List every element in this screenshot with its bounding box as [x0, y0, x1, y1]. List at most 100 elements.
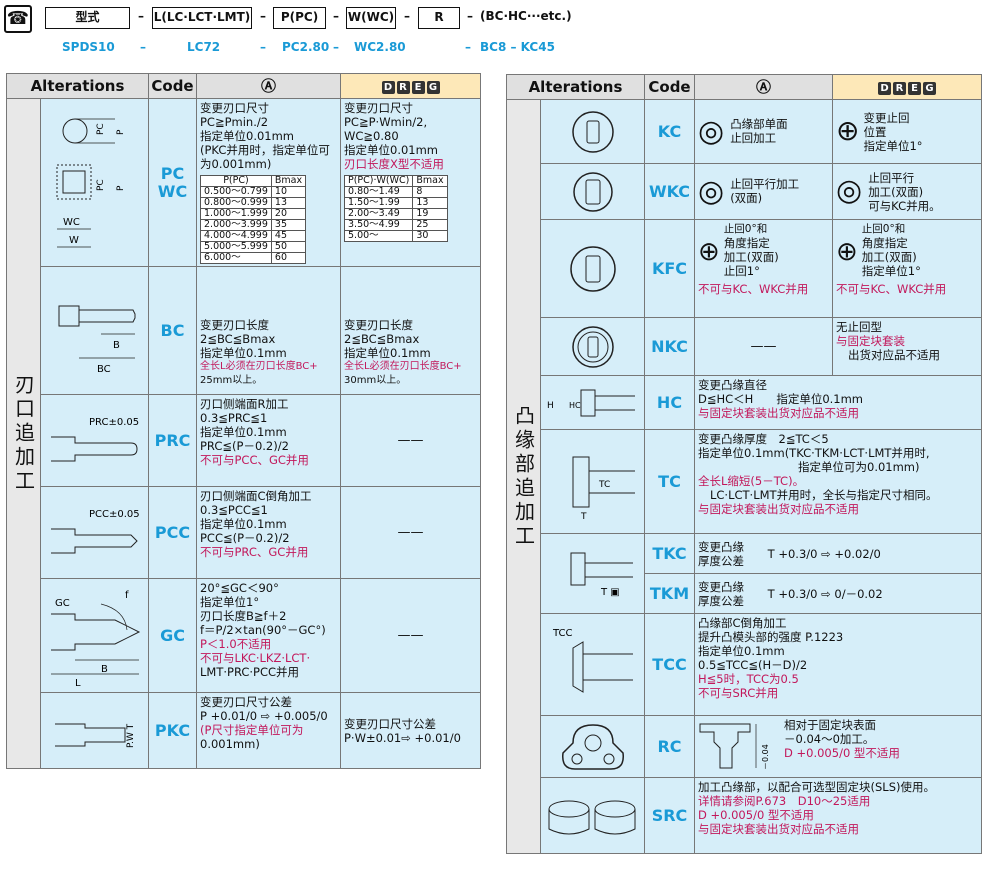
- code-gc: GC: [148, 578, 197, 693]
- nkc-dreg: 无止回型 与固定块套装 出货对应品不适用: [832, 317, 982, 376]
- svg-text:PRC±0.05: PRC±0.05: [89, 417, 139, 428]
- src-a: 加工凸缘部，以配合可选型固定块(SLS)使用。 详情请参阅P.673 D10～2…: [694, 777, 982, 854]
- w-box: W(WC): [346, 7, 396, 29]
- kc-dreg: ⊕ 变更止回 位置 指定单位1°: [832, 99, 982, 164]
- category-label: 刃口追加工: [6, 98, 41, 769]
- code-tcc: TCC: [644, 613, 695, 716]
- tc-diagram: TC T: [540, 429, 645, 534]
- svg-text:HC: HC: [569, 401, 581, 410]
- svg-text:PCC±0.05: PCC±0.05: [89, 509, 140, 520]
- left-alterations-table: Alterations Code Ⓐ DREG 刃口追加工 PC P PC P …: [6, 73, 481, 769]
- svg-text:PC: PC: [96, 123, 106, 135]
- gc-diagram: GC f B L: [40, 578, 149, 693]
- value-p: PC2.80: [282, 40, 330, 54]
- right-alterations-table: Alterations Code Ⓐ DREG 凸缘部追加工 KC ◎ 凸缘部单…: [506, 74, 982, 854]
- b-label: B: [113, 340, 120, 351]
- kc-a: ◎ 凸缘部单面 止回加工: [694, 99, 833, 164]
- svg-text:B: B: [101, 664, 108, 675]
- part-number-header: ☎ 型式 – L(LC·LCT·LMT) – P(PC) – W(WC) – R…: [0, 0, 985, 60]
- bc-a: 变更刃口长度 2≦BC≦Bmax 指定单位0.1mm 全长L必须在刃口长度BC+…: [196, 266, 341, 395]
- prc-a: 刃口侧端面R加工 0.3≦PRC≦1 指定单位0.1mm PRC≦(P－0.2)…: [196, 394, 341, 487]
- nkc-diagram: [540, 317, 645, 376]
- code-pkc: PKC: [148, 692, 197, 769]
- col-dreg: DREG: [832, 74, 982, 100]
- p-box: P(PC): [273, 7, 326, 29]
- pkc-diagram: P.W T: [40, 692, 149, 769]
- pcc-diagram: PCC±0.05: [40, 486, 149, 579]
- length-box: L(LC·LCT·LMT): [152, 7, 252, 29]
- code-src: SRC: [644, 777, 695, 854]
- code-pcc: PCC: [148, 486, 197, 579]
- svg-text:P: P: [116, 185, 126, 191]
- svg-text:f: f: [125, 590, 129, 601]
- col-code: Code: [148, 73, 197, 99]
- hc-diagram: H HC: [540, 375, 645, 430]
- rc-a: －0.04 相对于固定块表面 －0.04～0加工。 D +0.005/0 型不适…: [694, 715, 982, 778]
- code-tc: TC: [644, 429, 695, 534]
- col-a: Ⓐ: [196, 73, 341, 99]
- svg-text:P.W T: P.W T: [126, 723, 136, 748]
- pcc-dreg: ——: [340, 486, 481, 579]
- col-alterations: Alterations: [6, 73, 149, 99]
- pc-wc-dreg: 变更刃口尺寸 PC≧P·Wmin/2, WC≧0.80 指定单位0.01mm 刃…: [340, 98, 481, 267]
- hc-a: 变更凸缘直径 D≦HC＜H 指定单位0.1mm 与固定块套装出货对应品不适用: [694, 375, 982, 430]
- r-box: R: [418, 7, 460, 29]
- col-code: Code: [644, 74, 695, 100]
- gc-dreg: ——: [340, 578, 481, 693]
- tc-a: 变更凸缘厚度 2≦TC＜5 指定单位0.1mm(TKC·TKM·LCT·LMT并…: [694, 429, 982, 534]
- code-tkm: TKM: [644, 573, 695, 614]
- svg-text:TCC: TCC: [552, 628, 573, 639]
- code-nkc: NKC: [644, 317, 695, 376]
- code-wkc: WKC: [644, 163, 695, 220]
- tcc-diagram: TCC: [540, 613, 645, 716]
- bc-dreg: 变更刃口长度 2≦BC≦Bmax 指定单位0.1mm 全长L必须在刃口长度BC+…: [340, 266, 481, 395]
- dash: –: [467, 9, 473, 23]
- pkc-dreg: 变更刃口尺寸公差 P·W±0.01⇨ +0.01/0: [340, 692, 481, 769]
- tcc-a: 凸缘部C倒角加工 提升凸模头部的强度 P.1223 指定单位0.1mm 0.5≦…: [694, 613, 982, 716]
- code-tkc: TKC: [644, 533, 695, 574]
- dash: –: [333, 9, 339, 23]
- wkc-diagram: [540, 163, 645, 220]
- svg-text:L: L: [75, 678, 81, 688]
- col-alterations: Alterations: [506, 74, 645, 100]
- svg-text:T: T: [580, 512, 587, 522]
- code-prc: PRC: [148, 394, 197, 487]
- svg-text:BC: BC: [97, 364, 111, 375]
- category-label: 凸缘部追加工: [506, 99, 541, 854]
- dash: –: [138, 9, 144, 23]
- svg-text:PC: PC: [96, 179, 106, 191]
- prc-dreg: ——: [340, 394, 481, 487]
- src-diagram: [540, 777, 645, 854]
- tkm-a: 变更凸缘 厚度公差 T +0.3/0 ⇨ 0/－0.02: [694, 573, 982, 614]
- code-rc: RC: [644, 715, 695, 778]
- code-hc: HC: [644, 375, 695, 430]
- col-a: Ⓐ: [694, 74, 833, 100]
- dash: –: [465, 40, 471, 54]
- options-label: (BC·HC···etc.): [480, 9, 572, 23]
- nkc-a: ——: [694, 317, 833, 376]
- col-dreg: DREG: [340, 73, 481, 99]
- kfc-dreg: ⊕ 止回0°和 角度指定 加工(双面) 指定单位1° 不可与KC、WKC并用: [832, 219, 982, 318]
- dash: –: [260, 9, 266, 23]
- svg-text:W: W: [69, 235, 79, 246]
- svg-text:－0.04: －0.04: [761, 744, 770, 770]
- kfc-diagram: [540, 219, 645, 318]
- svg-text:H: H: [547, 401, 554, 411]
- rc-diagram: [540, 715, 645, 778]
- pc-wc-diagram: PC P PC P WC W: [40, 98, 149, 267]
- bc-diagram: B BC: [40, 266, 149, 395]
- tkc-tkm-diagram: T ▣: [540, 533, 645, 614]
- value-model: SPDS10: [62, 40, 115, 54]
- wkc-dreg: ◎ 止回平行 加工(双面) 可与KC并用。: [832, 163, 982, 220]
- dash: –: [404, 9, 410, 23]
- phone-icon: ☎: [4, 5, 32, 33]
- dash: –: [260, 40, 266, 54]
- value-length: LC72: [187, 40, 221, 54]
- pkc-a: 变更刃口尺寸公差 P +0.01/0 ⇨ +0.005/0 (P尺寸指定单位可为…: [196, 692, 341, 769]
- pcc-a: 刃口侧端面C倒角加工 0.3≦PCC≦1 指定单位0.1mm PCC≦(P－0.…: [196, 486, 341, 579]
- svg-text:WC: WC: [63, 217, 80, 228]
- wkc-a: ◎ 止回平行加工 (双面): [694, 163, 833, 220]
- svg-text:P: P: [116, 129, 126, 135]
- code-kfc: KFC: [644, 219, 695, 318]
- code-bc: BC: [148, 266, 197, 395]
